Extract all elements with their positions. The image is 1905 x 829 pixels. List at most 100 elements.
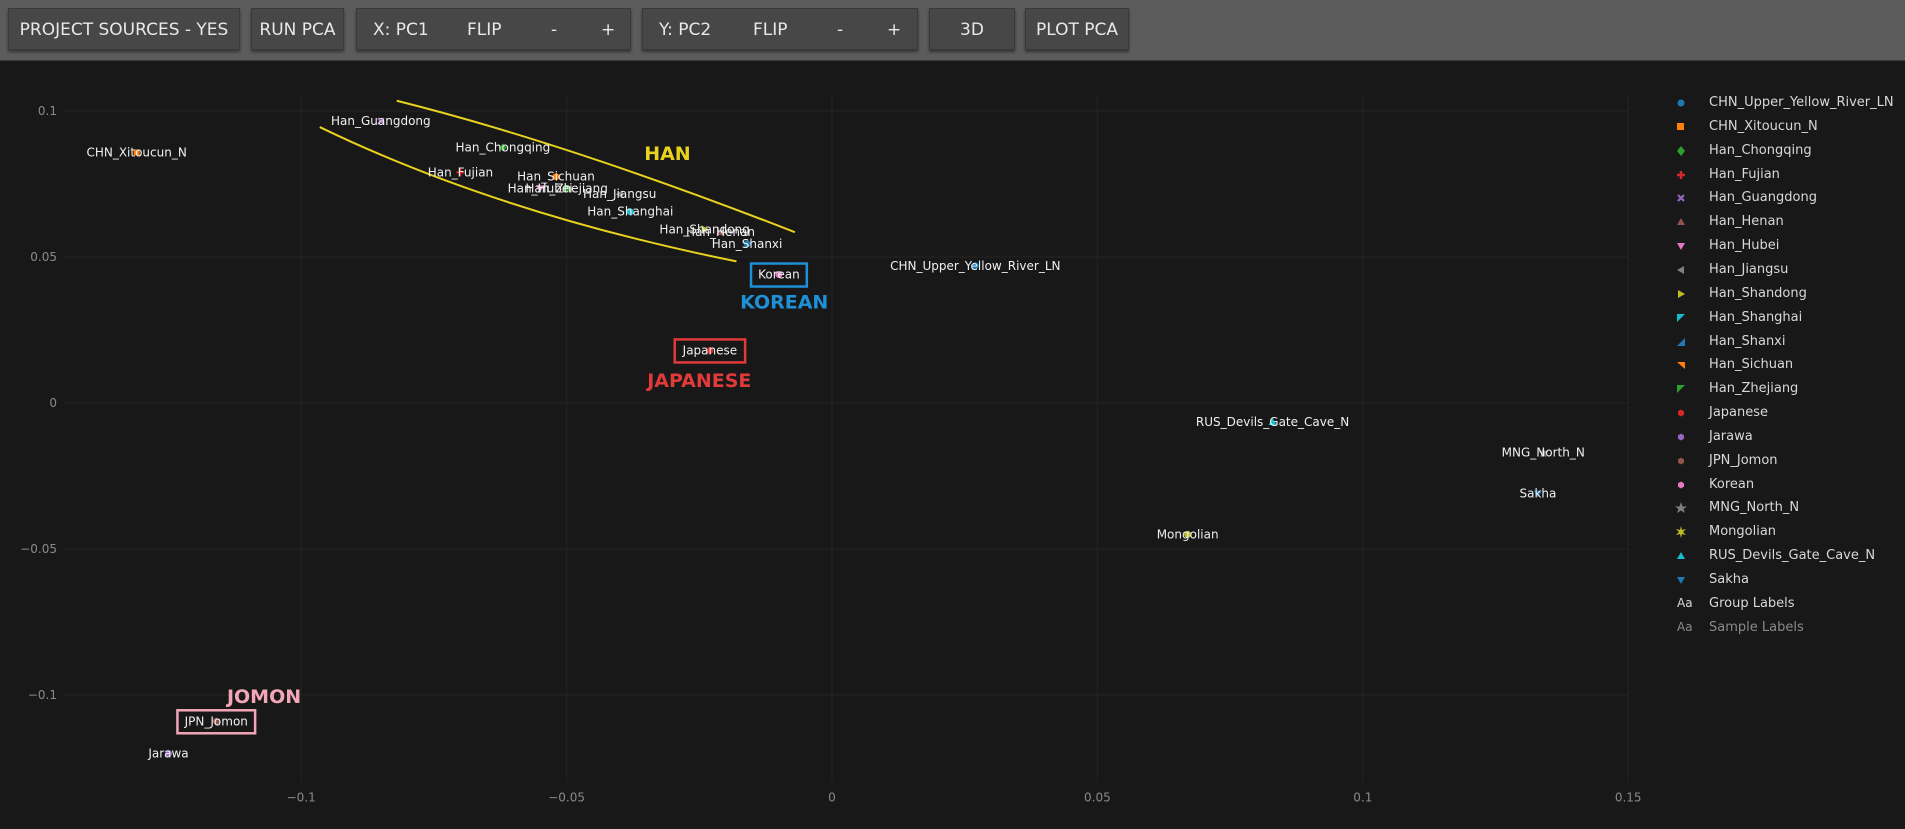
legend-item[interactable]: Han_Zhejiang — [1668, 379, 1905, 399]
legend-item[interactable]: Han_Shanghai — [1668, 308, 1905, 328]
x-axis-controls: X: PC1 FLIP - + — [356, 8, 631, 50]
y-flip-button[interactable]: FLIP — [753, 9, 788, 51]
legend-label: Han_Zhejiang — [1709, 381, 1799, 397]
legend-item[interactable]: Japanese — [1668, 403, 1905, 423]
legend-marker-icon — [1678, 409, 1684, 417]
sample-label: CHN_Xitoucun_N — [86, 145, 186, 159]
legend-item[interactable]: Han_Guangdong — [1668, 188, 1905, 208]
legend-item[interactable]: Han_Hubei — [1668, 236, 1905, 256]
legend-item[interactable]: CHN_Xitoucun_N — [1668, 117, 1905, 137]
text-style-icon: Aa — [1677, 619, 1693, 634]
legend-marker-icon — [1677, 552, 1685, 560]
y-tick-label: 0.05 — [30, 250, 57, 264]
legend-item[interactable]: Han_Sichuan — [1668, 355, 1905, 375]
legend-marker-icon — [1677, 145, 1685, 156]
sample-label: Japanese — [682, 343, 738, 357]
legend-marker-icon — [1677, 243, 1685, 251]
legend-item[interactable]: RUS_Devils_Gate_Cave_N — [1668, 546, 1905, 566]
legend-toggle-sample-labels[interactable]: Aa Sample Labels — [1668, 618, 1905, 638]
project-sources-button[interactable]: PROJECT SOURCES - YES — [8, 8, 240, 50]
sample-label: Mongolian — [1157, 527, 1219, 541]
legend-marker-icon — [1677, 170, 1685, 179]
sample-label: Korean — [758, 268, 800, 282]
legend-item[interactable]: CHN_Upper_Yellow_River_LN — [1668, 93, 1905, 113]
run-pca-button[interactable]: RUN PCA — [251, 8, 344, 50]
legend-label: Jarawa — [1709, 428, 1753, 444]
legend-item[interactable]: Han_Fujian — [1668, 165, 1905, 185]
legend-marker-icon — [1677, 362, 1685, 370]
sample-label: Han_Shandong — [659, 222, 749, 236]
group-annotation: KOREAN — [740, 291, 828, 313]
legend-marker-icon — [1678, 433, 1684, 441]
legend-label: Mongolian — [1709, 524, 1777, 540]
legend-label: Japanese — [1709, 405, 1769, 421]
x-axis-selector[interactable]: X: PC1 — [373, 9, 429, 51]
plot-pca-button[interactable]: PLOT PCA — [1025, 8, 1129, 50]
legend-label: Han_Shanghai — [1709, 309, 1803, 325]
y-minus-button[interactable]: - — [837, 9, 843, 51]
legend-label: MNG_North_N — [1709, 500, 1800, 516]
legend-marker-icon — [1677, 122, 1684, 130]
y-axis-selector[interactable]: Y: PC2 — [659, 9, 711, 51]
sample-label: JPN_Jomon — [184, 714, 248, 728]
x-tick-label: −0.05 — [548, 791, 585, 805]
group-annotation: HAN — [644, 143, 691, 165]
group-annotation: JAPANESE — [645, 370, 751, 392]
legend-item[interactable]: Han_Jiangsu — [1668, 260, 1905, 280]
legend-marker-icon — [1676, 526, 1686, 539]
sample-label: Han_Chongqing — [456, 141, 551, 155]
y-plus-button[interactable]: + — [887, 9, 901, 51]
x-tick-label: −0.1 — [287, 791, 316, 805]
legend-marker-icon — [1677, 577, 1685, 584]
legend-label: Sample Labels — [1709, 619, 1804, 635]
legend-label: Han_Sichuan — [1709, 357, 1794, 373]
legend-marker-icon — [1677, 265, 1684, 274]
legend-toggle-group-labels[interactable]: Aa Group Labels — [1668, 594, 1905, 614]
legend-label: Han_Fujian — [1709, 166, 1780, 182]
sample-label: CHN_Upper_Yellow_River_LN — [890, 259, 1060, 273]
sample-label: Han_Guangdong — [331, 114, 431, 128]
legend-marker-icon — [1677, 218, 1685, 226]
y-tick-label: 0 — [49, 396, 57, 410]
legend-item[interactable]: Han_Chongqing — [1668, 141, 1905, 161]
legend-label: Han_Jiangsu — [1709, 261, 1789, 277]
legend-item[interactable]: MNG_North_N — [1668, 498, 1905, 518]
sample-label: RUS_Devils_Gate_Cave_N — [1196, 415, 1349, 429]
legend-label: Korean — [1709, 476, 1755, 492]
legend-item[interactable]: Sakha — [1668, 570, 1905, 590]
toolbar: PROJECT SOURCES - YES RUN PCA X: PC1 FLI… — [0, 0, 1905, 61]
text-style-icon: Aa — [1677, 595, 1693, 610]
y-tick-label: 0.1 — [38, 104, 57, 118]
legend-item[interactable]: Han_Henan — [1668, 212, 1905, 232]
3d-button[interactable]: 3D — [929, 8, 1015, 50]
x-tick-label: 0.05 — [1084, 791, 1111, 805]
x-tick-label: 0.15 — [1615, 791, 1642, 805]
x-plus-button[interactable]: + — [601, 9, 615, 51]
y-tick-label: −0.05 — [20, 542, 57, 556]
legend-item[interactable]: Mongolian — [1668, 522, 1905, 542]
sample-label: Jarawa — [147, 746, 188, 760]
legend-label: JPN_Jomon — [1709, 452, 1778, 468]
legend-label: CHN_Xitoucun_N — [1709, 118, 1818, 134]
x-flip-button[interactable]: FLIP — [467, 9, 502, 51]
legend-marker-icon — [1677, 194, 1685, 203]
legend-label: Han_Hubei — [1709, 238, 1780, 254]
legend-item[interactable]: Korean — [1668, 475, 1905, 495]
x-minus-button[interactable]: - — [551, 9, 557, 51]
legend-marker-icon — [1677, 313, 1685, 322]
legend-label: Han_Shanxi — [1709, 333, 1786, 349]
x-tick-label: 0.1 — [1353, 791, 1372, 805]
legend-label: Han_Henan — [1709, 214, 1784, 230]
legend-label: RUS_Devils_Gate_Cave_N — [1709, 548, 1876, 564]
legend-item[interactable]: Jarawa — [1668, 427, 1905, 447]
legend-item[interactable]: JPN_Jomon — [1668, 451, 1905, 471]
sample-label: MNG_North_N — [1502, 446, 1585, 460]
sample-label: Han_Shanxi — [712, 237, 783, 251]
legend-label: Han_Guangdong — [1709, 190, 1817, 206]
legend-item[interactable]: Han_Shanxi — [1668, 332, 1905, 352]
sample-label: Han_Shanghai — [587, 205, 673, 219]
legend-item[interactable]: Han_Shandong — [1668, 284, 1905, 304]
legend-marker-icon — [1677, 385, 1685, 394]
legend-marker-icon — [1677, 337, 1685, 346]
pca-scatter-chart[interactable]: −0.1 −0.05 0 0.05 0.1 0.15 0.1 0.05 0 −0.05 −0.1 CH… — [0, 61, 1905, 825]
